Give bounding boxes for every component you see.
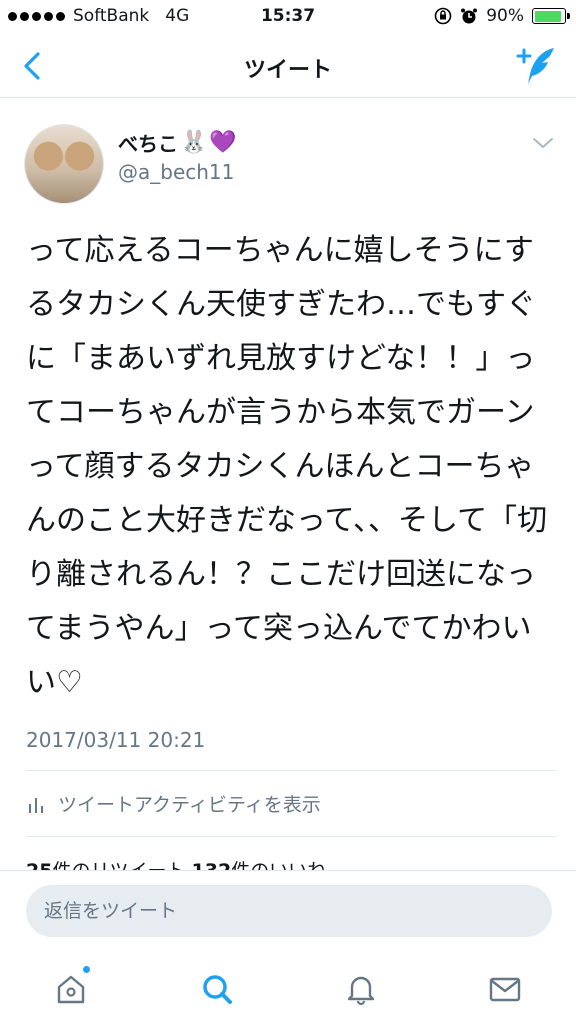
page-title: ツイート <box>243 58 332 83</box>
divider <box>26 770 556 771</box>
compose-tweet-icon[interactable] <box>514 44 558 88</box>
home-icon <box>57 975 85 1004</box>
rabbit-emoji-icon: 🐰 <box>180 130 208 155</box>
divider <box>26 836 556 837</box>
username[interactable]: @a_bech11 <box>118 160 234 184</box>
tab-messages[interactable] <box>480 964 530 1014</box>
tab-notifications[interactable] <box>336 964 386 1014</box>
tweet-text: って応えるコーちゃんに嬉しそうにするタカシくん天使すぎたわ…でもすぐに「まあいず… <box>26 233 548 700</box>
purple-heart-emoji-icon: 💜 <box>209 130 237 155</box>
avatar[interactable] <box>24 124 104 204</box>
display-name-text: べちこ <box>118 132 178 156</box>
status-right: 90% <box>434 6 570 26</box>
status-bar: SoftBank 4G 15:37 90% <box>0 0 576 34</box>
display-name[interactable]: べちこ 🐰 💜 <box>118 128 237 157</box>
battery-percent: 90% <box>486 6 524 26</box>
tab-bar <box>0 954 576 1024</box>
chevron-down-icon[interactable] <box>532 136 554 150</box>
bell-icon <box>347 976 375 1006</box>
tab-search[interactable] <box>192 964 242 1014</box>
activity-label: ツイートアクティビティを表示 <box>58 794 321 816</box>
envelope-icon <box>489 977 521 1002</box>
orientation-lock-icon <box>434 7 452 25</box>
battery-icon <box>532 8 570 24</box>
tab-home[interactable] <box>46 964 96 1014</box>
tweet-timestamp: 2017/03/11 20:21 <box>26 728 206 752</box>
view-tweet-activity-button[interactable]: ツイートアクティビティを表示 <box>28 790 321 817</box>
alarm-icon <box>461 8 478 24</box>
analytics-icon <box>29 797 43 813</box>
reply-bar: 返信をツイート <box>0 870 576 954</box>
reply-input[interactable]: 返信をツイート <box>26 885 552 937</box>
notification-dot <box>83 966 90 973</box>
search-icon <box>203 975 232 1004</box>
nav-bar: ツイート <box>0 34 576 98</box>
